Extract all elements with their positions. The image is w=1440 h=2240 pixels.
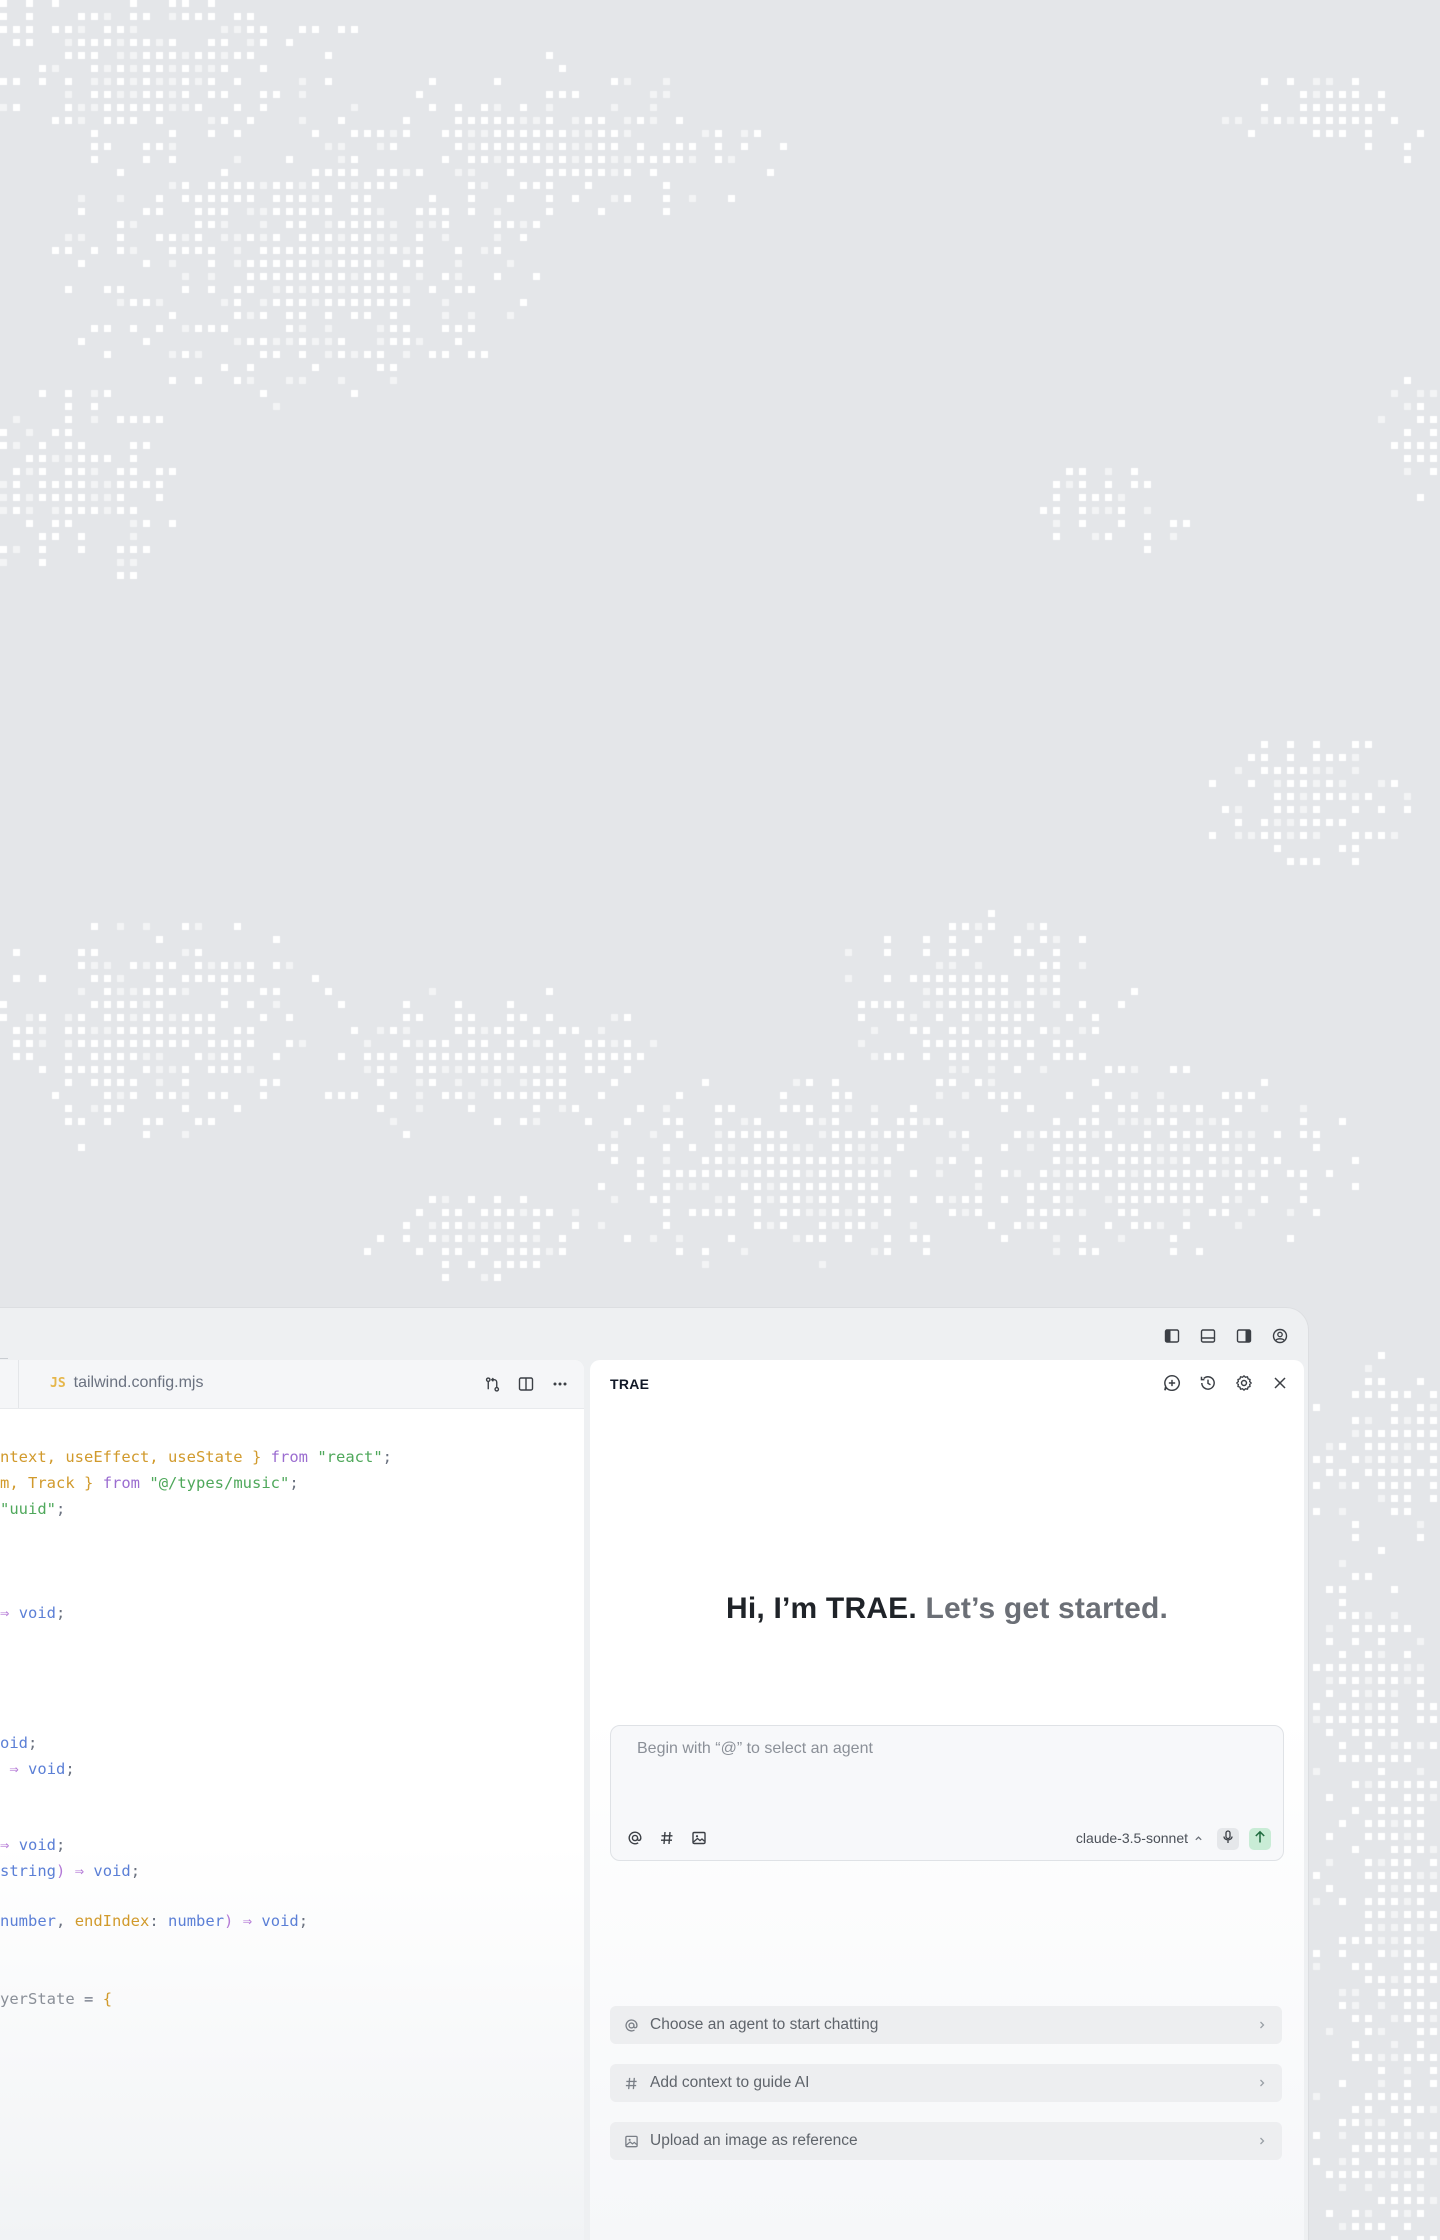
arrow-up-icon	[1254, 1830, 1266, 1849]
chevron-up-icon	[1194, 1830, 1203, 1846]
code-line: ntext, useEffect, useState } from "react…	[0, 1448, 392, 1466]
code-line: m, Track } from "@/types/music";	[0, 1474, 299, 1492]
code-line: ⇒ void;	[0, 1604, 66, 1622]
code-line: yerState = {	[0, 1990, 113, 2008]
ide-window: JS tailwind.config.mjs ntext, useEffect,…	[0, 1308, 1308, 2240]
model-selector[interactable]: claude-3.5-sonnet	[1076, 1830, 1203, 1846]
code-line: "uuid";	[0, 1500, 66, 1518]
code-editor: JS tailwind.config.mjs ntext, useEffect,…	[0, 1360, 584, 2240]
editor-tab-tailwind-config[interactable]: JS tailwind.config.mjs	[50, 1374, 203, 1392]
code-line: oid;	[0, 1734, 38, 1752]
js-file-icon: JS	[50, 1375, 66, 1391]
code-line: ⇒ void;	[0, 1836, 66, 1854]
chat-header-actions	[1162, 1373, 1290, 1393]
input-tools	[625, 1828, 709, 1848]
open-changes-icon[interactable]	[482, 1374, 502, 1394]
code-line: number, endIndex: number) ⇒ void;	[0, 1912, 309, 1930]
mention-agent-icon[interactable]	[625, 1828, 645, 1848]
image-icon	[622, 2132, 640, 2150]
attach-image-icon[interactable]	[689, 1828, 709, 1848]
settings-gear-icon[interactable]	[1234, 1373, 1254, 1393]
suggestion-add-context[interactable]: Add context to guide AI	[610, 2064, 1282, 2102]
suggestion-label: Add context to guide AI	[650, 2074, 810, 2091]
history-icon[interactable]	[1198, 1373, 1218, 1393]
split-editor-icon[interactable]	[516, 1374, 536, 1394]
send-button[interactable]	[1249, 1828, 1271, 1850]
toggle-primary-sidebar-icon[interactable]	[1162, 1326, 1182, 1346]
editor-tab-actions	[482, 1374, 570, 1394]
add-context-hash-icon[interactable]	[657, 1828, 677, 1848]
layout-toggle-group	[1162, 1326, 1290, 1346]
account-icon[interactable]	[1270, 1326, 1290, 1346]
voice-input-button[interactable]	[1217, 1828, 1239, 1850]
toggle-panel-icon[interactable]	[1198, 1326, 1218, 1346]
chat-title: TRAE	[610, 1376, 650, 1392]
chat-input[interactable]: Begin with “@” to select an agent claude…	[610, 1725, 1284, 1861]
suggestion-label: Upload an image as reference	[650, 2132, 858, 2149]
chevron-right-icon	[1258, 2017, 1266, 2033]
code-line: ⇒ void;	[9, 1760, 75, 1778]
tab-separator	[18, 1360, 19, 1408]
model-name: claude-3.5-sonnet	[1075, 1830, 1188, 1846]
suggestion-upload-image[interactable]: Upload an image as reference	[610, 2122, 1282, 2160]
close-icon[interactable]	[1270, 1373, 1290, 1393]
chat-input-placeholder: Begin with “@” to select an agent	[637, 1740, 873, 1757]
toggle-secondary-sidebar-icon[interactable]	[1234, 1326, 1254, 1346]
hash-icon	[622, 2074, 640, 2092]
greeting-primary: Hi, I’m TRAE.	[725, 1592, 917, 1625]
at-icon	[622, 2016, 640, 2034]
more-actions-icon[interactable]	[550, 1374, 570, 1394]
new-chat-icon[interactable]	[1162, 1373, 1182, 1393]
titlebar-divider	[0, 1358, 8, 1359]
tab-filename: tailwind.config.mjs	[73, 1374, 204, 1391]
suggestion-label: Choose an agent to start chatting	[650, 2016, 879, 2033]
window-titlebar	[0, 1308, 1308, 1360]
chat-header: TRAE	[590, 1360, 1304, 1408]
greeting-secondary: Let’s get started.	[925, 1592, 1169, 1625]
ai-chat-panel: TRAE Hi, I’m TRAE. Let’s get started. Be…	[590, 1360, 1304, 2240]
microphone-icon	[1222, 1829, 1234, 1849]
suggestion-choose-agent[interactable]: Choose an agent to start chatting	[610, 2006, 1282, 2044]
editor-tab-bar: JS tailwind.config.mjs	[0, 1360, 584, 1409]
chevron-right-icon	[1258, 2133, 1266, 2149]
chevron-right-icon	[1258, 2075, 1266, 2091]
welcome-greeting: Hi, I’m TRAE. Let’s get started.	[590, 1592, 1304, 1626]
code-line: string) ⇒ void;	[0, 1862, 141, 1880]
